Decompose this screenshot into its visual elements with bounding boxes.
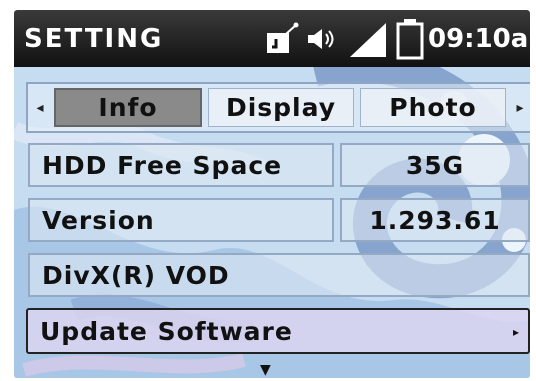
- hdd-free-space-value: 35G: [340, 143, 530, 187]
- tab-photo[interactable]: Photo: [360, 88, 506, 127]
- chevron-right-icon: ▸: [512, 325, 520, 339]
- usb-device-icon: [267, 22, 299, 53]
- tab-scroll-right-icon[interactable]: ▸: [508, 84, 530, 131]
- screen-title: SETTING: [24, 24, 164, 54]
- clock: 09:10a: [428, 24, 529, 54]
- hdd-free-space-label: HDD Free Space: [28, 143, 334, 187]
- signal-icon: [350, 23, 386, 57]
- version-label: Version: [28, 198, 334, 242]
- divx-vod-item[interactable]: DivX(R) VOD: [28, 253, 530, 297]
- tab-display[interactable]: Display: [208, 88, 354, 127]
- tab-info[interactable]: Info: [54, 88, 202, 127]
- tab-bar: ◂ Info Display Photo ▸: [26, 82, 530, 133]
- version-value: 1.293.61: [340, 198, 530, 242]
- divx-vod-label: DivX(R) VOD: [42, 260, 230, 290]
- tab-scroll-left-icon[interactable]: ◂: [28, 84, 52, 131]
- update-software-label: Update Software: [40, 316, 293, 346]
- speaker-icon: [308, 29, 334, 49]
- status-bar: SETTING 09:10a: [14, 10, 530, 67]
- scroll-down-icon[interactable]: ▼: [260, 362, 271, 378]
- settings-screen: SETTING 09:10a ◂ Info Display Photo ▸ HD…: [14, 10, 530, 378]
- update-software-item[interactable]: Update Software ▸: [26, 308, 530, 354]
- battery-icon: [396, 19, 424, 60]
